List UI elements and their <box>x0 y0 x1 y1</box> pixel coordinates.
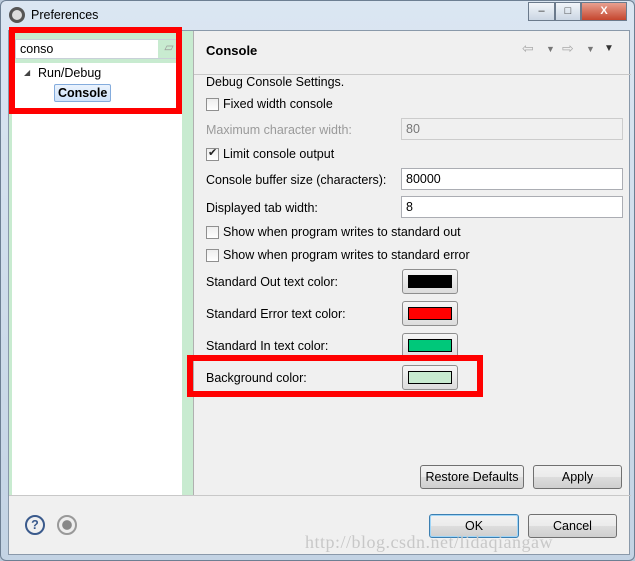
tab-width-input[interactable]: 8 <box>401 196 623 218</box>
gear-icon <box>9 7 25 23</box>
color-swatch <box>408 307 452 320</box>
watermark: http://blog.csdn.net/lidaqiangaw <box>305 532 553 552</box>
limit-output-label: Limit console output <box>223 147 335 161</box>
record-icon[interactable] <box>57 515 77 535</box>
tab-width-label: Displayed tab width: <box>206 201 318 215</box>
show-out-label: Show when program writes to standard out <box>223 225 461 239</box>
stdin-color-label: Standard In text color: <box>206 339 329 353</box>
fixed-width-checkbox[interactable] <box>206 98 219 111</box>
max-width-input[interactable]: 80 <box>401 118 623 140</box>
back-icon[interactable]: ⇦ <box>522 40 534 57</box>
minimize-button[interactable]: – <box>528 2 555 21</box>
max-width-label: Maximum character width: <box>206 123 352 137</box>
maximize-button[interactable]: □ <box>555 2 581 21</box>
preference-tree: ◢ Run/Debug Console <box>12 63 182 495</box>
show-out-checkbox[interactable] <box>206 226 219 239</box>
description: Debug Console Settings. <box>206 75 345 89</box>
back-menu-icon[interactable]: ▼ <box>546 44 555 54</box>
forward-icon[interactable]: ⇨ <box>562 40 574 57</box>
limit-output-checkbox[interactable] <box>206 146 219 161</box>
window-title: Preferences <box>31 8 99 22</box>
buffer-size-input[interactable]: 80000 <box>401 168 623 190</box>
close-button[interactable]: X <box>581 2 627 21</box>
color-swatch <box>408 339 452 352</box>
view-menu-icon[interactable]: ▼ <box>604 43 614 54</box>
fixed-width-label: Fixed width console <box>223 97 333 111</box>
show-err-checkbox[interactable] <box>206 249 219 262</box>
help-icon[interactable]: ? <box>25 515 45 535</box>
highlight-box-background <box>187 355 483 397</box>
apply-button[interactable]: Apply <box>533 465 622 489</box>
preference-page: Console ⇦ ▼ ⇨ ▼ ▼ Debug Console Settings… <box>194 31 631 495</box>
restore-defaults-button[interactable]: Restore Defaults <box>420 465 524 489</box>
stderr-color-label: Standard Error text color: <box>206 307 346 321</box>
stdout-color-label: Standard Out text color: <box>206 275 339 289</box>
footer-divider <box>9 495 631 496</box>
page-title: Console <box>206 43 258 58</box>
show-err-label: Show when program writes to standard err… <box>223 248 470 262</box>
stdout-color-button[interactable] <box>402 269 458 294</box>
stderr-color-button[interactable] <box>402 301 458 326</box>
buffer-size-label: Console buffer size (characters): <box>206 173 387 187</box>
color-swatch <box>408 275 452 288</box>
forward-menu-icon[interactable]: ▼ <box>586 44 595 54</box>
highlight-box-tree <box>9 27 182 114</box>
